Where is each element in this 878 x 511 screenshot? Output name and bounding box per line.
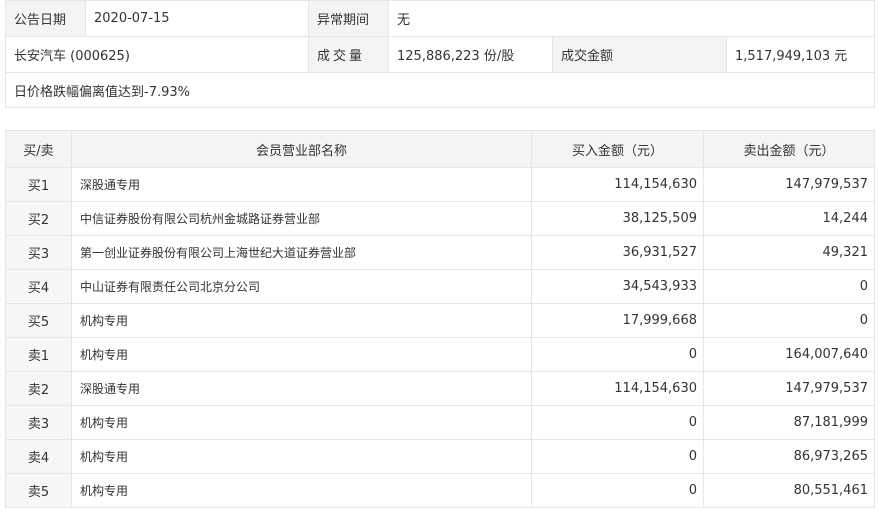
info-row-deviation: 日价格跌幅偏离值达到-7.93% [4,72,876,108]
row-side: 卖2 [5,371,72,406]
row-member-name: 机构专用 [71,337,532,372]
row-side: 卖3 [5,405,72,440]
row-sell-amount: 49,321 [703,235,875,270]
row-sell-amount: 80,551,461 [703,473,875,508]
announcement-info-table: 公告日期 2020-07-15 异常期间 无 长安汽车 (000625) 成交量… [4,0,876,108]
row-side: 买5 [5,303,72,338]
row-member-name: 机构专用 [71,303,532,338]
row-sell-amount: 164,007,640 [703,337,875,372]
row-side: 买3 [5,235,72,270]
row-buy-amount: 17,999,668 [531,303,704,338]
header-sell-amount: 卖出金额（元） [703,130,875,168]
table-row: 卖4 机构专用 0 86,973,265 [5,439,875,474]
table-row: 卖1 机构专用 0 164,007,640 [5,337,875,372]
row-sell-amount: 87,181,999 [703,405,875,440]
stock-name: 长安汽车 (000625) [5,36,309,73]
header-buy-amount: 买入金额（元） [531,130,704,168]
row-member-name: 第一创业证券股份有限公司上海世纪大道证券营业部 [71,235,532,270]
row-buy-amount: 0 [531,439,704,474]
row-buy-amount: 38,125,509 [531,201,704,236]
trading-seats-table: 买/卖 会员营业部名称 买入金额（元） 卖出金额（元） 买1 深股通专用 114… [5,130,875,508]
announce-date-label: 公告日期 [5,0,86,37]
row-buy-amount: 34,543,933 [531,269,704,304]
turnover-value: 1,517,949,103 元 [725,36,876,73]
row-side: 买4 [5,269,72,304]
row-buy-amount: 114,154,630 [531,167,704,202]
row-buy-amount: 0 [531,473,704,508]
row-sell-amount: 147,979,537 [703,167,875,202]
row-side: 买1 [5,167,72,202]
row-sell-amount: 0 [703,303,875,338]
row-buy-amount: 0 [531,337,704,372]
row-side: 卖5 [5,473,72,508]
table-row: 卖5 机构专用 0 80,551,461 [5,473,875,508]
table-row: 买3 第一创业证券股份有限公司上海世纪大道证券营业部 36,931,527 49… [5,235,875,270]
volume-label: 成交量 [308,36,389,73]
announce-date-value: 2020-07-15 [85,0,309,37]
turnover-label: 成交金额 [552,36,727,73]
header-member-name: 会员营业部名称 [71,130,532,168]
table-row: 卖2 深股通专用 114,154,630 147,979,537 [5,371,875,406]
row-sell-amount: 86,973,265 [703,439,875,474]
row-member-name: 深股通专用 [71,371,532,406]
info-row-date: 公告日期 2020-07-15 异常期间 无 [5,0,876,37]
header-side: 买/卖 [5,130,72,168]
row-side: 卖1 [5,337,72,372]
row-member-name: 深股通专用 [71,167,532,202]
volume-value: 125,886,223 份/股 [388,36,553,73]
info-row-volume: 长安汽车 (000625) 成交量 125,886,223 份/股 成交金额 1… [5,36,876,73]
table-row: 买1 深股通专用 114,154,630 147,979,537 [5,167,875,202]
row-sell-amount: 0 [703,269,875,304]
row-buy-amount: 114,154,630 [531,371,704,406]
row-member-name: 机构专用 [71,473,532,508]
table-row: 买4 中山证券有限责任公司北京分公司 34,543,933 0 [5,269,875,304]
row-member-name: 机构专用 [71,405,532,440]
row-side: 买2 [5,201,72,236]
table-row: 买2 中信证券股份有限公司杭州金城路证券营业部 38,125,509 14,24… [5,201,875,236]
abnormal-period-value: 无 [387,0,876,37]
deviation-note: 日价格跌幅偏离值达到-7.93% [4,72,876,108]
row-sell-amount: 147,979,537 [703,371,875,406]
table-row: 买5 机构专用 17,999,668 0 [5,303,875,338]
table-row: 卖3 机构专用 0 87,181,999 [5,405,875,440]
row-buy-amount: 0 [531,405,704,440]
row-member-name: 机构专用 [71,439,532,474]
row-sell-amount: 14,244 [703,201,875,236]
row-member-name: 中信证券股份有限公司杭州金城路证券营业部 [71,201,532,236]
table-header-row: 买/卖 会员营业部名称 买入金额（元） 卖出金额（元） [5,130,875,168]
abnormal-period-label: 异常期间 [308,0,389,37]
row-member-name: 中山证券有限责任公司北京分公司 [71,269,532,304]
row-side: 卖4 [5,439,72,474]
row-buy-amount: 36,931,527 [531,235,704,270]
